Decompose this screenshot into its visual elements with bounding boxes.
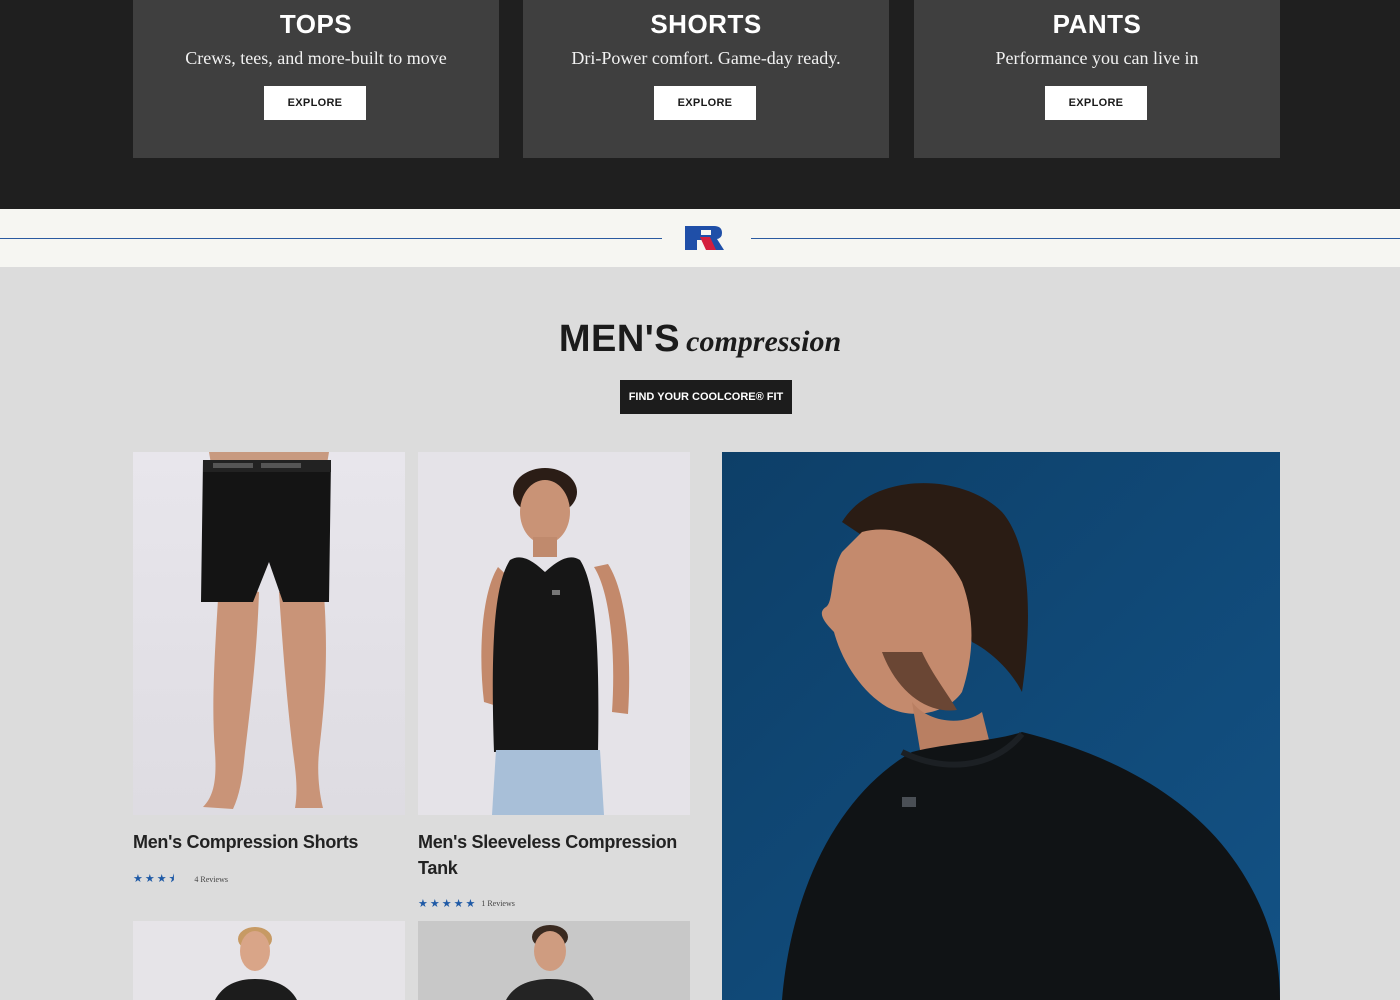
rating-stars-icon: ★★★★★ — [418, 898, 478, 910]
category-subtitle: Performance you can live in — [995, 48, 1199, 68]
category-title: SHORTS — [650, 9, 762, 39]
divider-line-right — [751, 238, 1400, 239]
explore-shorts-button[interactable]: EXPLORE — [654, 86, 756, 120]
category-title: PANTS — [1052, 9, 1142, 39]
shorts-model-image — [133, 452, 405, 815]
product-name[interactable]: Men's Sleeveless Compression Tank — [418, 829, 690, 881]
product-rating: ★★★★★ 1 Reviews — [418, 897, 515, 910]
category-card-tops: TOPS Crews, tees, and more-built to move… — [133, 0, 499, 158]
category-card-shorts: SHORTS Dri-Power comfort. Game-day ready… — [523, 0, 889, 158]
explore-pants-button[interactable]: EXPLORE — [1045, 86, 1147, 120]
review-count[interactable]: 1 Reviews — [481, 899, 515, 908]
category-title: TOPS — [279, 9, 353, 39]
product-image-tee[interactable] — [133, 921, 405, 1000]
section-title: MEN'S compression — [0, 318, 1400, 361]
product-name[interactable]: Men's Compression Shorts — [133, 829, 405, 855]
product-image-sleeveless-tank[interactable] — [418, 452, 690, 815]
brand-logo-icon — [685, 226, 724, 250]
divider-line-left — [0, 238, 662, 239]
logo-divider — [0, 209, 1400, 267]
longsleeve-model-image — [418, 921, 690, 1000]
product-rating: ★★★⯨ 4 Reviews — [133, 870, 228, 889]
tee-model-image — [133, 921, 405, 1000]
hero-lifestyle-image[interactable] — [722, 452, 1280, 1000]
find-fit-button[interactable]: FIND YOUR COOLCORE® FIT — [620, 380, 792, 414]
explore-tops-button[interactable]: EXPLORE — [264, 86, 366, 120]
category-card-pants: PANTS Performance you can live in EXPLOR… — [914, 0, 1280, 158]
review-count[interactable]: 4 Reviews — [194, 875, 228, 884]
section-title-bold: MEN'S — [558, 318, 681, 360]
rating-stars-icon: ★★★⯨ — [133, 873, 177, 885]
category-subtitle: Crews, tees, and more-built to move — [185, 48, 447, 68]
category-subtitle: Dri-Power comfort. Game-day ready. — [571, 48, 841, 68]
tank-model-image — [418, 452, 690, 815]
product-image-long-sleeve[interactable] — [418, 921, 690, 1000]
product-image-compression-shorts[interactable] — [133, 452, 405, 815]
section-title-script: compression — [686, 325, 842, 358]
category-band: TOPS Crews, tees, and more-built to move… — [0, 0, 1400, 209]
athlete-portrait-image — [722, 452, 1280, 1000]
